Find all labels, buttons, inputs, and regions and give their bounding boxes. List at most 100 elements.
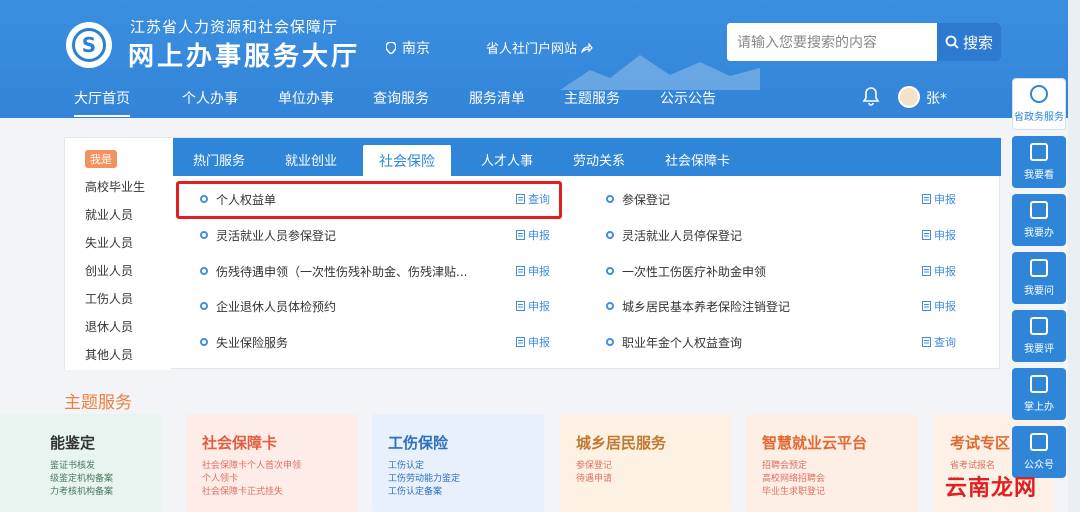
- location-selector[interactable]: 南京: [386, 38, 430, 58]
- rail-watch-button[interactable]: 我要看: [1012, 136, 1066, 188]
- bullet-icon: [606, 338, 614, 346]
- theme-card-2[interactable]: 工伤保险 工伤认定 工伤劳动能力鉴定 工伤认定备案: [372, 414, 544, 512]
- location-label: 南京: [402, 41, 430, 57]
- service-action[interactable]: 申报: [922, 227, 956, 243]
- service-row-left-3[interactable]: 企业退休人员体检预约 申报: [200, 288, 550, 324]
- service-name[interactable]: 参保登记: [622, 191, 887, 208]
- service-name[interactable]: 失业保险服务: [216, 334, 481, 351]
- service-row-right-1[interactable]: 灵活就业人员停保登记 申报: [606, 217, 956, 253]
- service-action[interactable]: 申报: [922, 298, 956, 314]
- service-action[interactable]: 申报: [922, 191, 956, 207]
- service-row-right-2[interactable]: 一次性工伤医疗补助金申领 申报: [606, 253, 956, 289]
- theme-card-line: 工伤劳动能力鉴定: [388, 474, 461, 484]
- bell-icon[interactable]: [862, 86, 880, 106]
- theme-card-line: 招聘会预定: [762, 461, 808, 471]
- nav-personal[interactable]: 个人办事: [182, 88, 238, 108]
- sidebar-item-entrepreneur[interactable]: 创业人员: [85, 262, 133, 279]
- bullet-icon: [200, 302, 208, 310]
- service-row-left-1[interactable]: 灵活就业人员参保登记 申报: [200, 217, 550, 253]
- service-action[interactable]: 申报: [516, 334, 550, 350]
- service-name[interactable]: 企业退休人员体检预约: [216, 298, 481, 315]
- sidebar-item-retired[interactable]: 退休人员: [85, 318, 133, 335]
- service-action[interactable]: 申报: [516, 298, 550, 314]
- service-name[interactable]: 城乡居民基本养老保险注销登记: [622, 298, 887, 315]
- theme-card-line: 毕业生求职登记: [762, 487, 826, 497]
- nav-notice[interactable]: 公示公告: [660, 88, 716, 108]
- theme-card-line: 工伤认定: [388, 461, 425, 471]
- document-icon: [516, 301, 525, 311]
- theme-card-line: 待遇申请: [576, 474, 613, 484]
- sidebar-item-unemployed[interactable]: 失业人员: [85, 234, 133, 251]
- service-row-left-4[interactable]: 失业保险服务 申报: [200, 324, 550, 360]
- tab-hot[interactable]: 热门服务: [193, 150, 245, 169]
- rail-apply-button[interactable]: 我要办: [1012, 194, 1066, 246]
- tab-labor[interactable]: 劳动关系: [573, 150, 625, 169]
- identity-tag: 我是: [85, 150, 117, 168]
- sidebar-item-employed[interactable]: 就业人员: [85, 206, 133, 223]
- bullet-icon: [200, 231, 208, 239]
- bullet-icon: [606, 195, 614, 203]
- mobile-icon: [1030, 375, 1048, 393]
- nav-theme[interactable]: 主题服务: [564, 88, 620, 108]
- tab-social-insurance[interactable]: 社会保险: [363, 145, 451, 176]
- rail-ask-button[interactable]: 我要问: [1012, 252, 1066, 304]
- nav-home[interactable]: 大厅首页: [74, 88, 130, 117]
- service-action-label: 查询: [934, 336, 956, 349]
- review-icon: [1030, 317, 1048, 335]
- service-name[interactable]: 伤残待遇申领（一次性伤残补助金、伤残津贴...: [216, 263, 481, 280]
- nav-query[interactable]: 查询服务: [373, 88, 429, 108]
- service-action-label: 申报: [934, 229, 956, 242]
- avatar[interactable]: [898, 86, 920, 108]
- document-icon: [516, 266, 525, 276]
- theme-card-1[interactable]: 社会保障卡 社会保障卡个人首次申领 个人领卡 社会保障卡正式挂失: [186, 414, 358, 512]
- scrollbar[interactable]: [1068, 0, 1080, 512]
- rail-label: 我要评: [1024, 344, 1054, 355]
- service-action[interactable]: 申报: [516, 227, 550, 243]
- service-row-left-2[interactable]: 伤残待遇申领（一次性伤残补助金、伤残津贴... 申报: [200, 253, 550, 289]
- rail-review-button[interactable]: 我要评: [1012, 310, 1066, 362]
- logo[interactable]: S: [66, 22, 112, 68]
- service-name[interactable]: 职业年金个人权益查询: [622, 334, 887, 351]
- theme-card-line: 参保登记: [576, 461, 613, 471]
- tab-talent[interactable]: 人才人事: [481, 150, 533, 169]
- service-action[interactable]: 申报: [922, 263, 956, 279]
- nav-unit[interactable]: 单位办事: [278, 88, 334, 108]
- ask-icon: [1030, 259, 1048, 277]
- theme-card-3[interactable]: 城乡居民服务参保登记待遇申请: [560, 414, 732, 512]
- document-icon: [922, 301, 931, 311]
- sidebar-item-injured[interactable]: 工伤人员: [85, 290, 133, 307]
- service-name[interactable]: 灵活就业人员参保登记: [216, 227, 481, 244]
- theme-card-line: 社会保障卡正式挂失: [202, 487, 284, 497]
- theme-card-4[interactable]: 智慧就业云平台 招聘会预定 高校网络招聘会 毕业生求职登记: [746, 414, 918, 512]
- rail-label: 我要问: [1024, 286, 1054, 297]
- portal-link[interactable]: 省人社门户网站: [486, 38, 593, 57]
- search-button[interactable]: 搜索: [937, 23, 1001, 61]
- theme-card-title: 社会保障卡: [202, 434, 278, 452]
- sidebar-item-other[interactable]: 其他人员: [85, 346, 133, 363]
- service-name[interactable]: 灵活就业人员停保登记: [622, 227, 887, 244]
- service-row-right-0[interactable]: 参保登记 申报: [606, 181, 956, 217]
- theme-card-title: 城乡居民服务: [576, 434, 667, 452]
- tab-employment[interactable]: 就业创业: [285, 150, 337, 169]
- theme-card-title: 工伤保险: [388, 434, 449, 452]
- service-action[interactable]: 申报: [516, 263, 550, 279]
- rail-mobile-button[interactable]: 掌上办: [1012, 368, 1066, 420]
- bullet-icon: [200, 267, 208, 275]
- rail-gov-service-button[interactable]: 省政务服务: [1012, 78, 1066, 130]
- bullet-icon: [606, 267, 614, 275]
- theme-card-0[interactable]: 能鉴定 鉴证书核发 级鉴定机构备案 力考核机构备案: [0, 414, 162, 512]
- service-name[interactable]: 一次性工伤医疗补助金申领: [622, 263, 887, 280]
- service-row-right-4[interactable]: 职业年金个人权益查询 查询: [606, 324, 956, 360]
- portal-label: 省人社门户网站: [486, 42, 578, 57]
- rail-label: 公众号: [1024, 460, 1054, 471]
- nav-service-list[interactable]: 服务清单: [469, 88, 525, 108]
- theme-card-line: 力考核机构备案: [50, 487, 114, 497]
- service-action-label: 申报: [934, 193, 956, 206]
- service-row-right-3[interactable]: 城乡居民基本养老保险注销登记 申报: [606, 288, 956, 324]
- user-name[interactable]: 张*: [926, 88, 947, 108]
- service-action[interactable]: 查询: [922, 334, 956, 350]
- search-input[interactable]: 请输入您要搜索的内容: [727, 32, 937, 52]
- tab-social-card[interactable]: 社会保障卡: [665, 150, 730, 169]
- sidebar-item-graduate[interactable]: 高校毕业生: [85, 178, 145, 195]
- identity-sidebar: 我是 高校毕业生 就业人员 失业人员 创业人员 工伤人员 退休人员 其他人员: [65, 138, 171, 370]
